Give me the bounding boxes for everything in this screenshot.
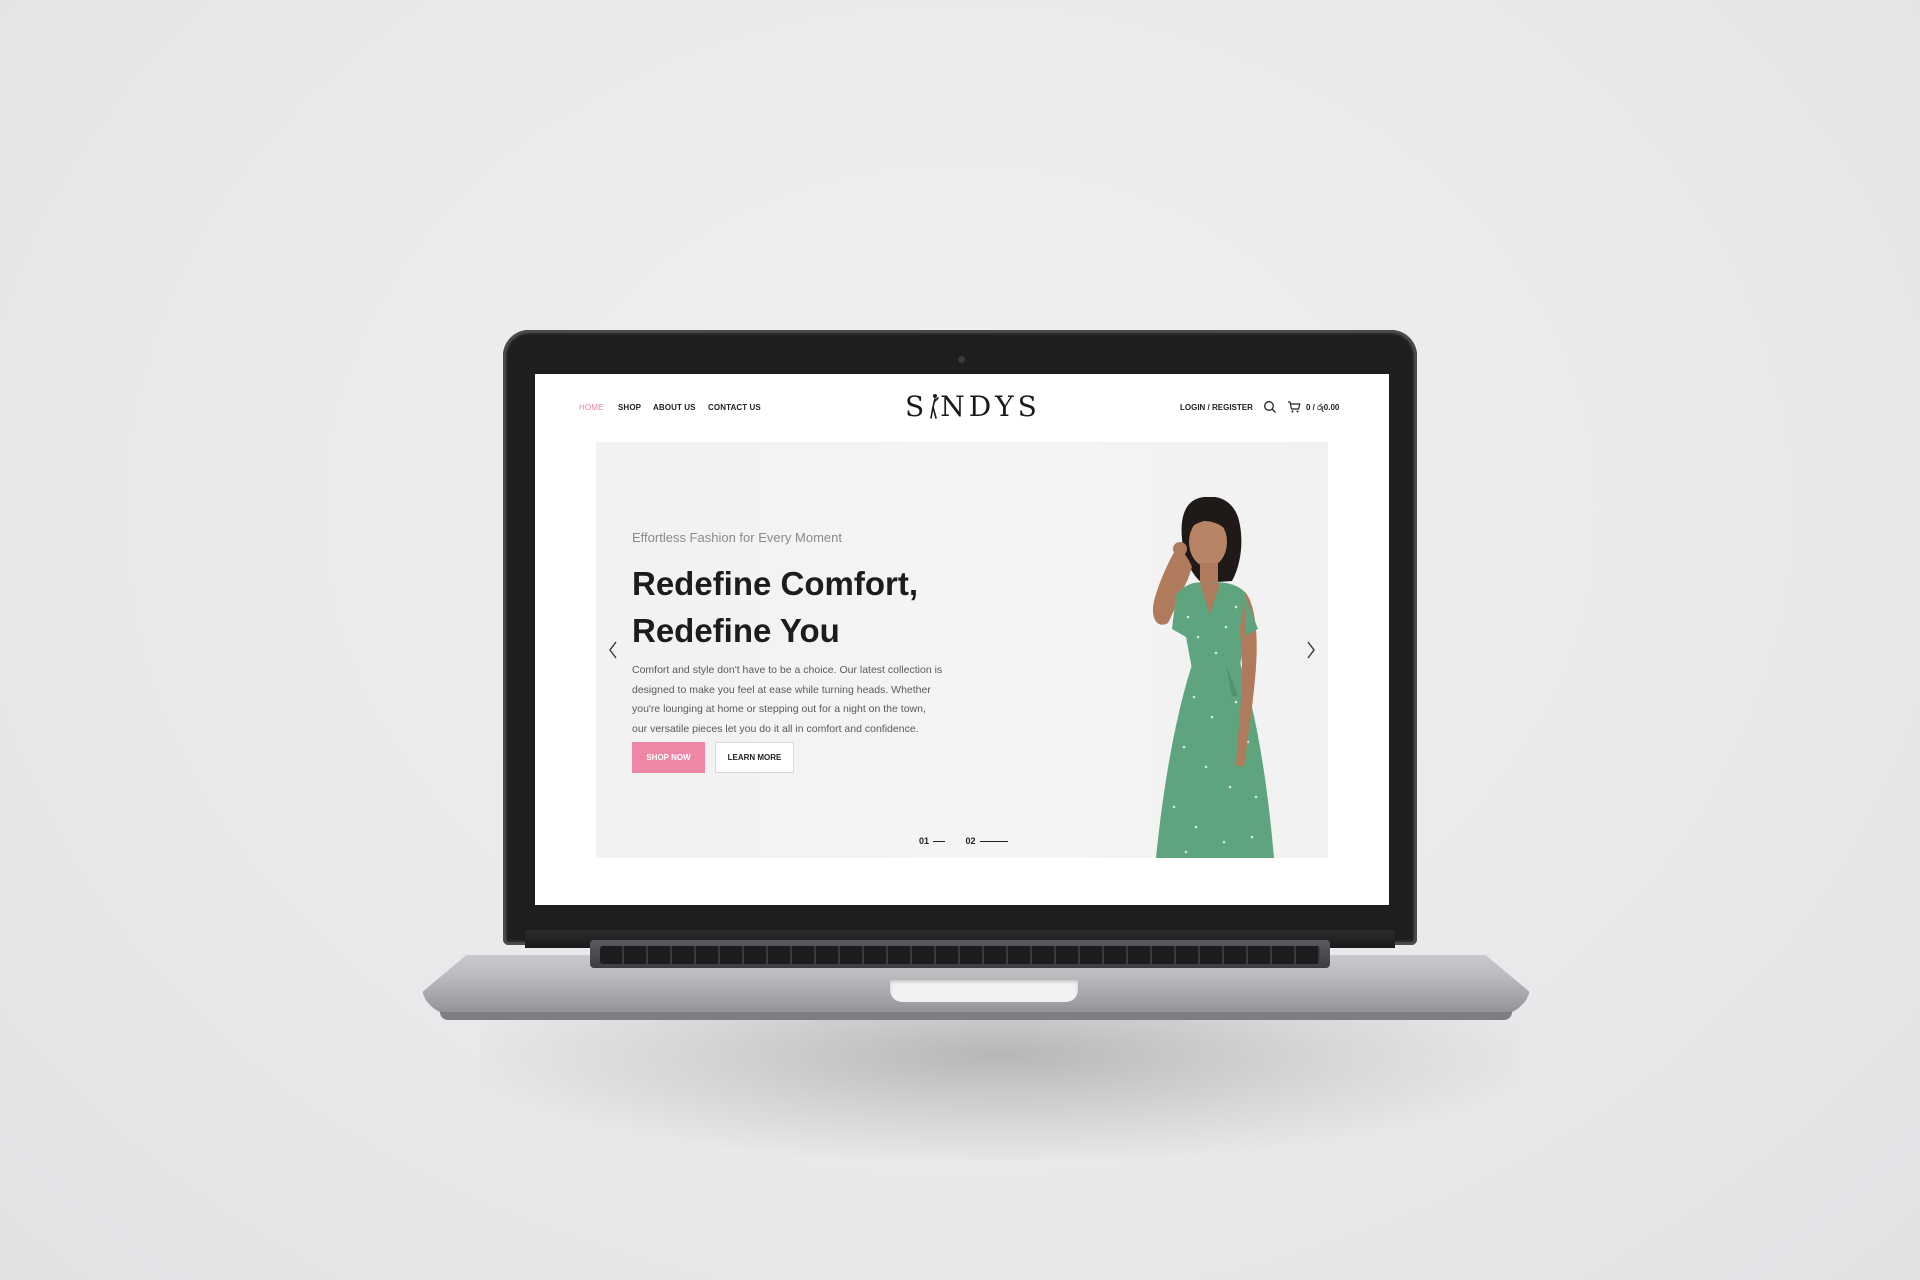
nav-contact-us[interactable]: CONTACT US: [708, 403, 761, 412]
webcam: [958, 356, 965, 363]
slide-indicator-2-line: [979, 841, 1008, 843]
nav-about-us[interactable]: ABOUT US: [653, 403, 696, 412]
site-header: HOME SHOP ABOUT US CONTACT US S NDYS LOGI…: [535, 374, 1389, 442]
chevron-left-icon[interactable]: [606, 639, 620, 661]
hero-description: Comfort and style don't have to be a cho…: [632, 661, 942, 739]
website-screen: HOME SHOP ABOUT US CONTACT US S NDYS LOGI…: [535, 374, 1389, 905]
cart-icon[interactable]: [1287, 400, 1301, 414]
slide-indicator-1-line: [933, 841, 946, 843]
hero-eyebrow: Effortless Fashion for Every Moment: [632, 530, 843, 545]
shop-now-button[interactable]: SHOP NOW: [632, 742, 705, 773]
logo-letter-s: S: [905, 390, 929, 423]
hero-model-image: [1152, 497, 1274, 858]
laptop-notch: [890, 980, 1078, 1002]
hero-description-line: you're lounging at home or stepping out …: [632, 703, 926, 715]
hero-description-line: designed to make you feel at ease while …: [632, 683, 931, 696]
learn-more-button[interactable]: LEARN MORE: [715, 742, 794, 773]
search-icon[interactable]: [1263, 400, 1277, 414]
nav-shop[interactable]: SHOP: [618, 403, 641, 412]
cart-total[interactable]: 0 / රු0.00: [1306, 403, 1339, 413]
keyboard: [600, 946, 1320, 964]
logo-letters-ndys: NDYS: [940, 390, 1041, 423]
site-logo[interactable]: S NDYS: [905, 390, 1041, 423]
hero-headline-line-2: Redefine You: [632, 612, 840, 649]
hero-description-line: Comfort and style don't have to be a cho…: [632, 664, 943, 676]
slide-indicator-2[interactable]: 02: [966, 836, 976, 846]
slide-pagination: 01 02: [919, 836, 1012, 846]
laptop-shadow: [480, 1010, 1520, 1160]
hero-slider: Effortless Fashion for Every Moment Rede…: [596, 442, 1328, 858]
hero-headline-line-1: Redefine Comfort,: [632, 565, 919, 602]
chevron-right-icon[interactable]: [1304, 639, 1318, 661]
nav-home[interactable]: HOME: [579, 403, 603, 412]
logo-figure-icon: [928, 392, 940, 419]
hero-headline: Redefine Comfort, Redefine You: [632, 560, 952, 654]
laptop-base-edge: [440, 1012, 1512, 1020]
slide-indicator-1[interactable]: 01: [919, 836, 929, 846]
hero-description-line: our versatile pieces let you do it all i…: [632, 722, 919, 735]
login-register-link[interactable]: LOGIN / REGISTER: [1180, 403, 1253, 412]
